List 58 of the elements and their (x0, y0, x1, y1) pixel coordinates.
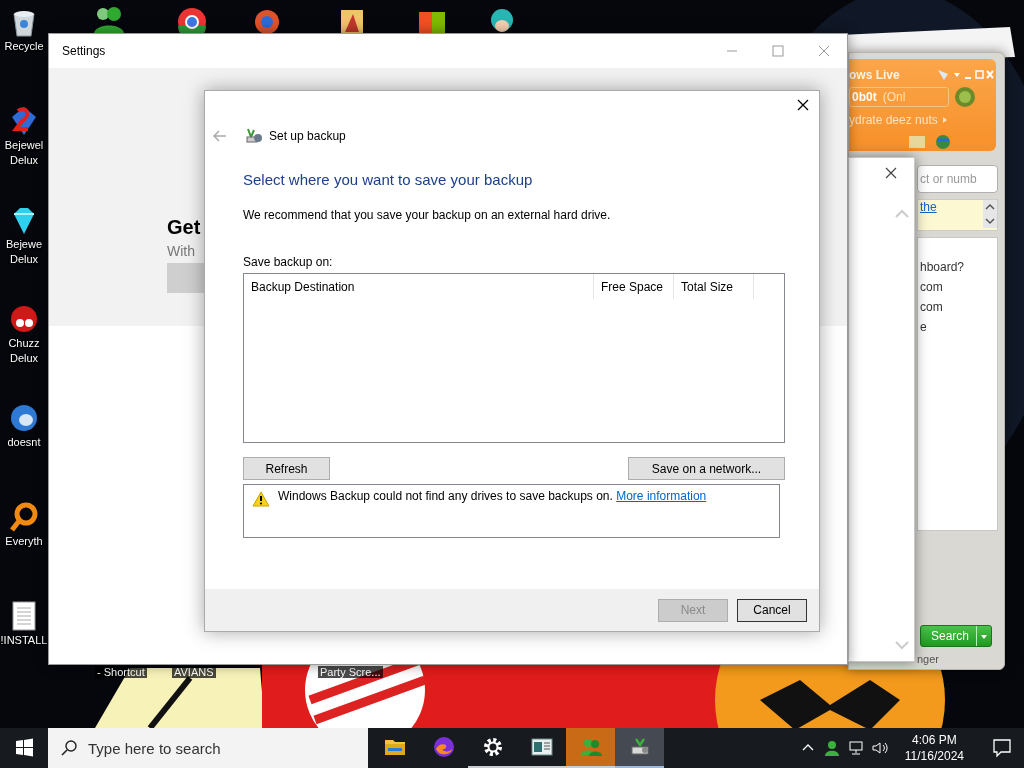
icon-label: Bejewel (4, 139, 44, 152)
warning-icon (252, 491, 270, 507)
icon-label: Chuzz (8, 337, 40, 350)
icon-label: doesnt (7, 436, 41, 449)
window-title: ows Live (849, 67, 901, 82)
person-icon[interactable] (822, 739, 841, 757)
close-icon[interactable] (884, 166, 898, 180)
dialog-heading: Select where you want to save your backup (243, 171, 534, 188)
backup-icon (245, 127, 263, 145)
contact-text[interactable]: com (920, 300, 997, 314)
section-heading: Get (167, 216, 201, 239)
browser-icon[interactable] (433, 737, 454, 757)
column-header[interactable]: Total Size (674, 274, 754, 299)
scroll-arrows-icon[interactable] (983, 200, 997, 228)
network-icon[interactable] (846, 739, 865, 757)
icon-label: AVIANS (172, 666, 216, 678)
contact-text[interactable]: e (920, 320, 997, 334)
section-text: With (167, 243, 195, 259)
taskbar-app[interactable] (615, 728, 664, 768)
icon-label: !INSTALL (0, 634, 48, 647)
icon-label: Delux (9, 352, 39, 365)
icon-label: Recycle (4, 40, 44, 53)
icon-label: Delux (9, 154, 39, 167)
column-header[interactable]: Free Space (594, 274, 674, 299)
message-text: Windows Backup could not find any drives to save backups on. More information (278, 489, 707, 503)
magnifier-icon[interactable] (8, 501, 40, 533)
window-icon[interactable] (531, 738, 552, 756)
avatar-icon (953, 85, 977, 109)
search-icon (60, 739, 78, 757)
icon-label: Bejewe (5, 238, 43, 251)
icon-label: Delux (9, 253, 39, 266)
icon-label: Party Scre... (318, 666, 383, 678)
search-field[interactable]: Type here to search (48, 728, 368, 768)
dialog-title: Set up backup (269, 129, 346, 143)
bird-icon[interactable] (8, 402, 40, 434)
more-information-link[interactable]: More information (616, 489, 707, 503)
gear-icon[interactable] (483, 738, 502, 756)
network-button[interactable]: Save on a network... (628, 457, 785, 480)
icon-label: Everyth (5, 535, 43, 548)
clock[interactable]: 4:06 PM 11/16/2024 (894, 732, 974, 764)
destination-list[interactable]: Backup Destination Free Space Total Size (243, 273, 785, 443)
fuzzy-creature-icon[interactable] (8, 303, 40, 335)
folder-icon[interactable] (384, 740, 405, 755)
column-header[interactable]: Backup Destination (244, 274, 594, 299)
contact-text[interactable]: com (920, 280, 997, 294)
window-title: Settings (62, 44, 107, 58)
news-link[interactable]: the (920, 200, 937, 230)
cancel-button[interactable]: Cancel (737, 598, 807, 622)
icon-label: - Shortcut (95, 666, 147, 678)
backup-icon[interactable] (631, 738, 648, 755)
footer-text: nger (917, 653, 941, 665)
contact-text[interactable]: hboard? (920, 260, 997, 274)
people-icon[interactable] (92, 4, 126, 33)
description-text: We recommend that you save your backup on an external hard drive. (243, 208, 612, 222)
volume-icon[interactable] (870, 739, 889, 757)
close-icon[interactable] (795, 97, 811, 113)
refresh-button[interactable]: Refresh (243, 457, 330, 480)
list-label: Save backup on: (243, 255, 334, 269)
